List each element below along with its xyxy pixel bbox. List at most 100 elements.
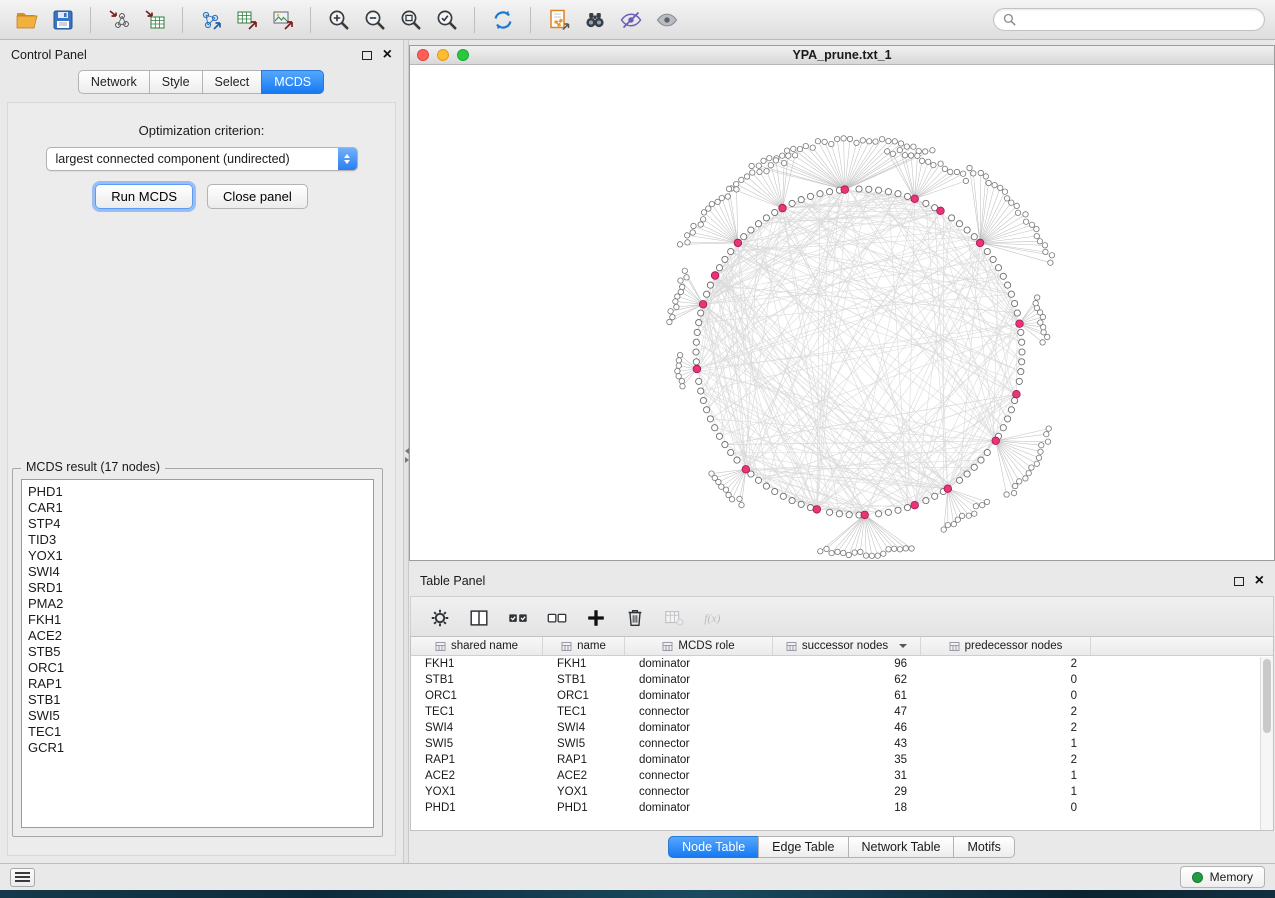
column-label: name [577,640,606,652]
column-header-predecessor-nodes[interactable]: predecessor nodes [921,637,1091,655]
tab-select[interactable]: Select [202,70,263,94]
close-table-panel-icon[interactable]: × [1255,575,1264,587]
cell-mcds-role: dominator [625,656,773,672]
show-all-button[interactable] [650,4,683,35]
cell-name: ACE2 [543,768,625,784]
mcds-result-item[interactable]: FKH1 [22,612,373,628]
table-row[interactable]: STB1STB1dominator620 [411,672,1273,688]
toolbar-separator [90,7,91,33]
mcds-result-item[interactable]: YOX1 [22,548,373,564]
zoom-fit-button[interactable] [394,4,427,35]
column-grid-icon [662,641,673,652]
mcds-result-item[interactable]: STP4 [22,516,373,532]
minimize-window-icon[interactable] [437,49,449,61]
export-network-button[interactable] [194,4,227,35]
tab-style[interactable]: Style [149,70,203,94]
delete-columns-icon [624,607,646,629]
table-settings-button[interactable] [425,603,455,633]
cell-shared-name: ORC1 [411,688,543,704]
mcds-result-item[interactable]: PHD1 [22,484,373,500]
delete-columns-button[interactable] [620,603,650,633]
mcds-result-item[interactable]: STB5 [22,644,373,660]
table-row[interactable]: FKH1FKH1dominator962 [411,656,1273,672]
column-header-successor-nodes[interactable]: successor nodes [773,637,921,655]
import-network-button[interactable] [102,4,135,35]
column-grid-icon [786,641,797,652]
table-row[interactable]: ORC1ORC1dominator610 [411,688,1273,704]
network-graph[interactable] [410,65,1274,560]
table-tabs: Node TableEdge TableNetwork TableMotifs [409,836,1275,858]
table-row[interactable]: TEC1TEC1connector472 [411,704,1273,720]
open-file-button[interactable] [10,4,43,35]
show-columns-button[interactable] [503,603,533,633]
cell-name: SWI4 [543,720,625,736]
mcds-result-item[interactable]: GCR1 [22,740,373,756]
mcds-result-list[interactable]: PHD1CAR1STP4TID3YOX1SWI4SRD1PMA2FKH1ACE2… [21,479,374,828]
tab-motifs[interactable]: Motifs [953,836,1014,858]
table-scrollbar[interactable] [1260,657,1273,830]
table-row[interactable]: PHD1PHD1dominator180 [411,800,1273,816]
close-panel-button[interactable]: Close panel [207,184,308,209]
cell-name: ORC1 [543,688,625,704]
tab-node-table[interactable]: Node Table [668,836,759,858]
export-table-button[interactable] [230,4,263,35]
cell-shared-name: ACE2 [411,768,543,784]
export-image-button[interactable] [266,4,299,35]
mcds-result-item[interactable]: ORC1 [22,660,373,676]
zoom-selected-button[interactable] [430,4,463,35]
float-panel-icon[interactable] [362,51,372,60]
toolbar-separator [474,7,475,33]
mcds-result-item[interactable]: SRD1 [22,580,373,596]
mcds-result-item[interactable]: STB1 [22,692,373,708]
create-column-button[interactable] [581,603,611,633]
close-panel-icon[interactable]: × [383,49,392,61]
tab-edge-table[interactable]: Edge Table [758,836,848,858]
table-row[interactable]: SWI5SWI5connector431 [411,736,1273,752]
cell-predecessor-nodes: 2 [921,720,1091,736]
zoom-out-button[interactable] [358,4,391,35]
search-box[interactable] [993,8,1265,31]
zoom-in-button[interactable] [322,4,355,35]
maximize-window-icon[interactable] [457,49,469,61]
mcds-result-item[interactable]: TEC1 [22,724,373,740]
hide-selected-button[interactable] [614,4,647,35]
table-settings-icon [429,607,451,629]
clone-network-button[interactable] [542,4,575,35]
tab-mcds[interactable]: MCDS [261,70,324,94]
mcds-result-item[interactable]: PMA2 [22,596,373,612]
column-header-name[interactable]: name [543,637,625,655]
mcds-result-item[interactable]: RAP1 [22,676,373,692]
import-network-icon [107,8,131,32]
mcds-result-item[interactable]: SWI5 [22,708,373,724]
tab-network-table[interactable]: Network Table [848,836,955,858]
split-panel-button[interactable] [464,603,494,633]
apply-layout-button[interactable] [486,4,519,35]
scrollbar-thumb[interactable] [1263,659,1271,733]
table-row[interactable]: SWI4SWI4dominator462 [411,720,1273,736]
table-row[interactable]: YOX1YOX1connector291 [411,784,1273,800]
network-window-titlebar[interactable]: YPA_prune.txt_1 [410,46,1274,65]
hide-columns-button[interactable] [542,603,572,633]
table-row[interactable]: ACE2ACE2connector311 [411,768,1273,784]
column-header-shared-name[interactable]: shared name [411,637,543,655]
import-table-button[interactable] [138,4,171,35]
close-window-icon[interactable] [417,49,429,61]
menu-icon[interactable] [10,868,35,887]
network-canvas[interactable] [410,65,1274,560]
run-mcds-button[interactable]: Run MCDS [95,184,193,209]
save-session-button[interactable] [46,4,79,35]
find-button[interactable] [578,4,611,35]
sort-chevron-icon [899,644,907,648]
mcds-result-item[interactable]: SWI4 [22,564,373,580]
column-header-MCDS-role[interactable]: MCDS role [625,637,773,655]
mcds-result-item[interactable]: TID3 [22,532,373,548]
mcds-result-item[interactable]: CAR1 [22,500,373,516]
tab-network[interactable]: Network [78,70,150,94]
cell-mcds-role: connector [625,736,773,752]
mcds-result-item[interactable]: ACE2 [22,628,373,644]
criterion-dropdown[interactable]: largest connected component (undirected) [46,147,358,171]
float-table-panel-icon[interactable] [1234,577,1244,586]
search-input[interactable] [1022,13,1255,27]
memory-button[interactable]: Memory [1180,866,1265,888]
table-row[interactable]: RAP1RAP1dominator352 [411,752,1273,768]
